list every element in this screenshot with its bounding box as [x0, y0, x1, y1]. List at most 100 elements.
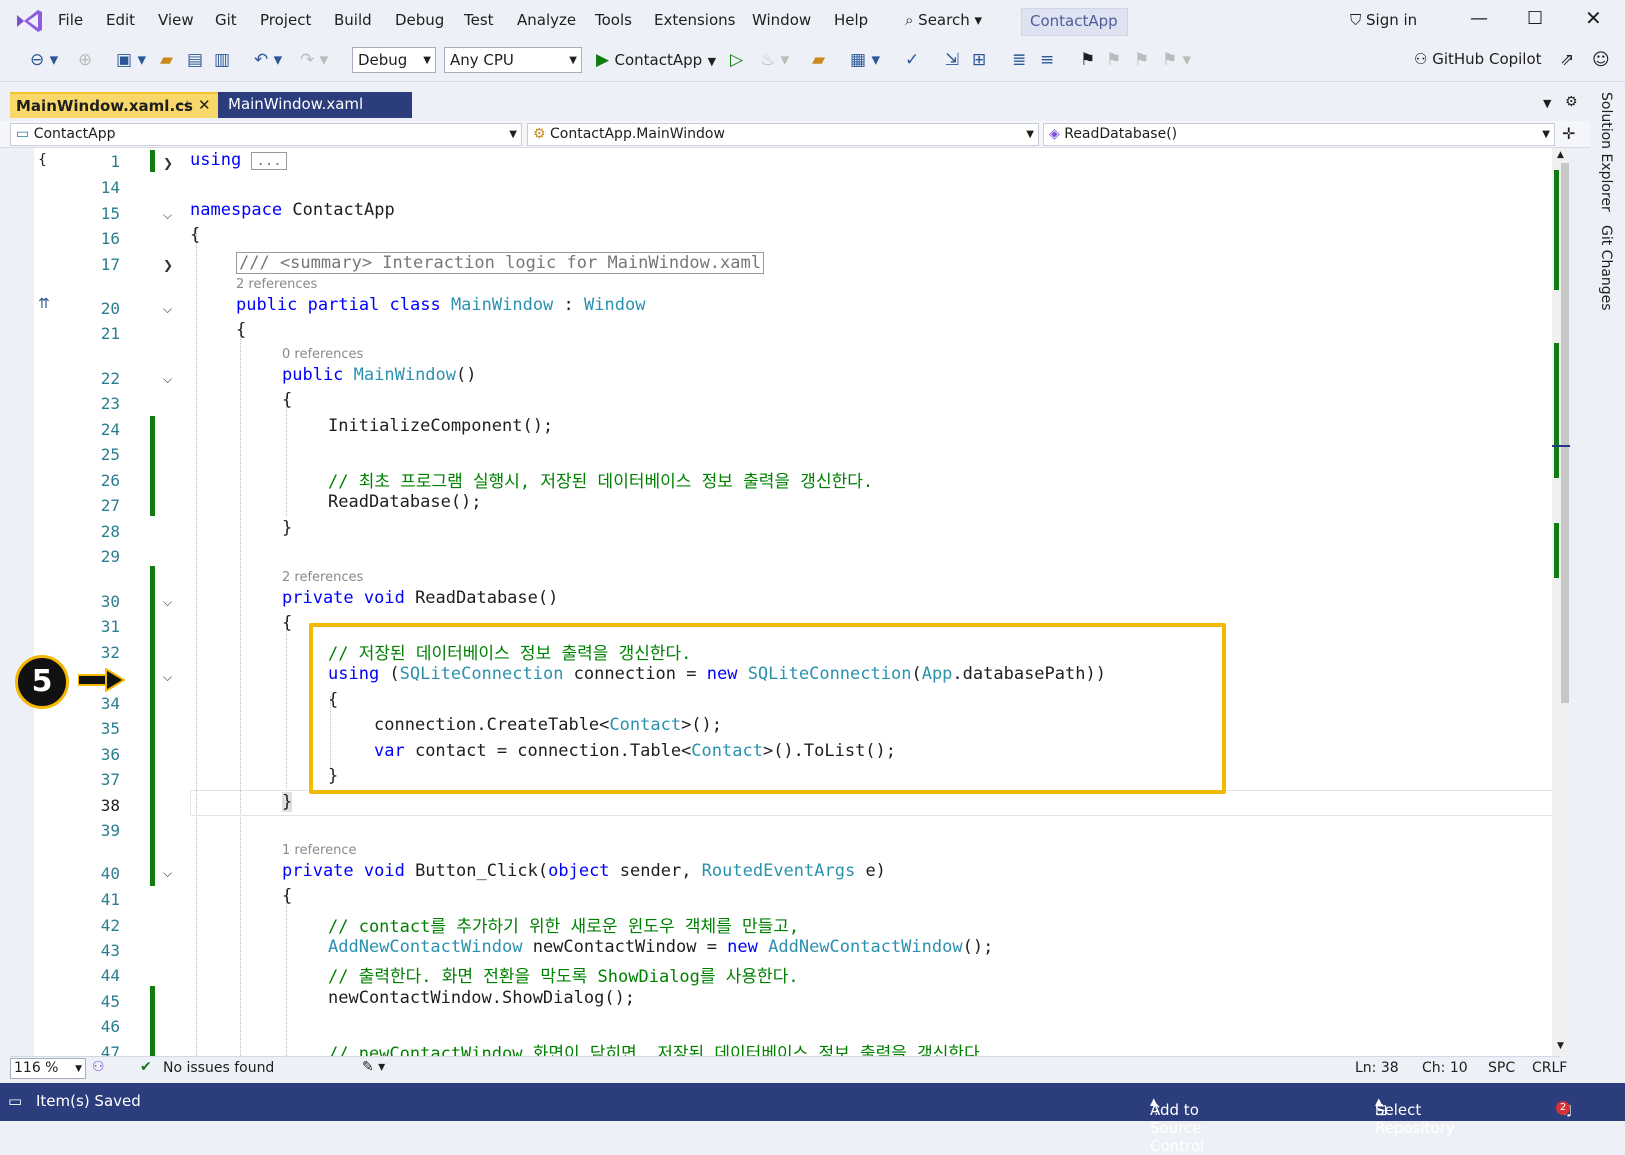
- tab-dropdown-icon[interactable]: ▼: [1543, 97, 1551, 110]
- close-tab-icon[interactable]: ✕: [198, 96, 211, 114]
- collapse-icon[interactable]: ⌵: [163, 595, 172, 610]
- format-icon[interactable]: ⊞: [972, 50, 986, 70]
- codelens-references[interactable]: 2 references: [282, 570, 363, 585]
- collapse-icon[interactable]: ⌵: [163, 866, 172, 881]
- tool-window-sidebar: Solution Explorer Git Changes: [1590, 82, 1625, 1083]
- codelens-references[interactable]: 1 reference: [282, 843, 356, 858]
- bookmark-icon[interactable]: ⚑: [1080, 50, 1095, 70]
- forward-icon[interactable]: ⊕: [78, 50, 92, 70]
- open-folder-icon[interactable]: ▰: [160, 50, 173, 70]
- line-ending-indicator[interactable]: CRLF: [1532, 1060, 1567, 1076]
- menu-window[interactable]: Window: [752, 11, 811, 29]
- vertical-scrollbar[interactable]: ▲ ▼: [1552, 148, 1570, 1056]
- select-repository-button[interactable]: ⊟ Select Repository ▴: [1375, 1092, 1455, 1137]
- code-line-44: // 출력한다. 화면 전환을 막도록 ShowDialog를 사용한다.: [328, 967, 799, 987]
- github-copilot-button[interactable]: ⚇ GitHub Copilot: [1414, 50, 1542, 68]
- menu-edit[interactable]: Edit: [106, 11, 135, 29]
- zoom-select[interactable]: 116 % ▼: [10, 1058, 86, 1079]
- member-nav-select[interactable]: ◈ ReadDatabase() ▼: [1043, 123, 1555, 146]
- solution-explorer-tab[interactable]: Solution Explorer: [1598, 92, 1614, 212]
- menu-debug[interactable]: Debug: [395, 11, 444, 29]
- start-debugging-button[interactable]: ▶ ContactApp ▼: [596, 50, 716, 70]
- codelens-references[interactable]: 2 references: [236, 277, 317, 292]
- code-line-16: {: [190, 225, 201, 245]
- comment-icon[interactable]: ≣: [1012, 50, 1026, 70]
- class-nav-select[interactable]: ⚙ ContactApp.MainWindow ▼: [527, 123, 1039, 146]
- step-icon[interactable]: ⇲: [945, 50, 959, 70]
- implements-icon[interactable]: ⇈: [38, 296, 50, 312]
- menu-git[interactable]: Git: [215, 11, 237, 29]
- clear-bookmarks-icon[interactable]: ⚑ ▾: [1162, 50, 1191, 70]
- scroll-change-marker: [1554, 523, 1559, 578]
- spell-check-icon[interactable]: ✓: [905, 50, 919, 70]
- back-icon[interactable]: ⊖ ▾: [30, 50, 58, 70]
- scroll-thumb[interactable]: [1561, 163, 1569, 703]
- whitespace-indicator[interactable]: SPC: [1488, 1060, 1515, 1076]
- uncomment-icon[interactable]: ≡: [1040, 50, 1054, 70]
- collapse-icon[interactable]: ⌵: [163, 208, 172, 223]
- copilot-icon: ⚇: [1414, 50, 1433, 68]
- menu-view[interactable]: View: [158, 11, 194, 29]
- search-box[interactable]: ⌕ Search ▾: [905, 11, 982, 29]
- code-line-21: {: [236, 320, 247, 340]
- intellicode-icon[interactable]: ⚇: [92, 1059, 105, 1075]
- code-line-24: InitializeComponent();: [328, 416, 554, 436]
- menu-help[interactable]: Help: [834, 11, 868, 29]
- new-project-icon[interactable]: ▣ ▾: [116, 50, 146, 70]
- menu-extensions[interactable]: Extensions: [654, 11, 735, 29]
- code-line-38: }: [282, 792, 293, 812]
- indent-guide: [286, 396, 287, 516]
- codelens-references[interactable]: 0 references: [282, 347, 363, 362]
- feedback-icon[interactable]: ☺: [1592, 50, 1610, 70]
- tab-mainwindow-xaml-cs[interactable]: MainWindow.xaml.cs ⊣ ✕: [10, 92, 218, 118]
- status-bar: ▭ Item(s) Saved ⇡ Add to Source Control …: [0, 1083, 1625, 1155]
- change-marker: [150, 416, 155, 516]
- save-all-icon[interactable]: ▥: [214, 50, 230, 70]
- hot-reload-icon[interactable]: ♨ ▾: [760, 50, 789, 70]
- add-to-source-control-button[interactable]: ⇡ Add to Source Control ▴: [1150, 1092, 1204, 1155]
- annotation-highlight-box: [309, 623, 1226, 794]
- platform-select[interactable]: Any CPU ▼: [444, 47, 582, 73]
- menu-analyze[interactable]: Analyze: [517, 11, 576, 29]
- start-without-debugging-icon[interactable]: ▷: [730, 50, 743, 70]
- project-nav-select[interactable]: ▭ ContactApp ▼: [10, 123, 522, 146]
- save-icon[interactable]: ▤: [187, 50, 203, 70]
- minimize-button[interactable]: —: [1470, 8, 1488, 29]
- menu-bar: File Edit View Git Project Build Debug T…: [0, 0, 1625, 42]
- code-line-31: {: [282, 613, 293, 633]
- tab-mainwindow-xaml[interactable]: MainWindow.xaml: [218, 92, 412, 118]
- code-cleanup-icon[interactable]: ✎ ▾: [362, 1059, 385, 1075]
- menu-build[interactable]: Build: [334, 11, 372, 29]
- next-bookmark-icon[interactable]: ⚑: [1134, 50, 1149, 70]
- expand-icon[interactable]: ❯: [163, 258, 173, 272]
- menu-tools[interactable]: Tools: [595, 11, 632, 29]
- collapse-icon[interactable]: ⌵: [163, 372, 172, 387]
- sign-in-button[interactable]: ⛉ Sign in: [1350, 11, 1417, 29]
- collapse-icon[interactable]: ⌵: [163, 670, 172, 685]
- code-line-45: newContactWindow.ShowDialog();: [328, 988, 636, 1008]
- scroll-down-icon[interactable]: ▼: [1557, 1041, 1564, 1051]
- configuration-select[interactable]: Debug ▼: [352, 47, 436, 73]
- split-editor-icon[interactable]: ✛: [1562, 124, 1575, 143]
- layout-icon[interactable]: ▦ ▾: [850, 50, 880, 70]
- line-indicator[interactable]: Ln: 38: [1355, 1060, 1399, 1076]
- pin-icon[interactable]: ⊣: [178, 98, 188, 112]
- share-icon[interactable]: ⇗: [1560, 50, 1574, 70]
- git-changes-tab[interactable]: Git Changes: [1598, 225, 1614, 311]
- undo-icon[interactable]: ↶ ▾: [254, 50, 282, 70]
- menu-file[interactable]: File: [58, 11, 83, 29]
- maximize-button[interactable]: ☐: [1527, 8, 1543, 29]
- menu-test[interactable]: Test: [464, 11, 494, 29]
- expand-icon[interactable]: ❯: [163, 156, 173, 170]
- close-window-button[interactable]: ✕: [1585, 6, 1602, 30]
- prev-bookmark-icon[interactable]: ⚑: [1106, 50, 1121, 70]
- scroll-change-marker: [1554, 170, 1559, 290]
- browse-folder-icon[interactable]: ▰: [812, 50, 825, 70]
- menu-project[interactable]: Project: [260, 11, 311, 29]
- column-indicator[interactable]: Ch: 10: [1422, 1060, 1468, 1076]
- scroll-up-icon[interactable]: ▲: [1557, 150, 1564, 160]
- collapse-icon[interactable]: ⌵: [163, 302, 172, 317]
- redo-icon[interactable]: ↷ ▾: [300, 50, 328, 70]
- settings-gear-icon[interactable]: ⚙: [1565, 94, 1578, 110]
- issues-status[interactable]: No issues found: [163, 1060, 274, 1076]
